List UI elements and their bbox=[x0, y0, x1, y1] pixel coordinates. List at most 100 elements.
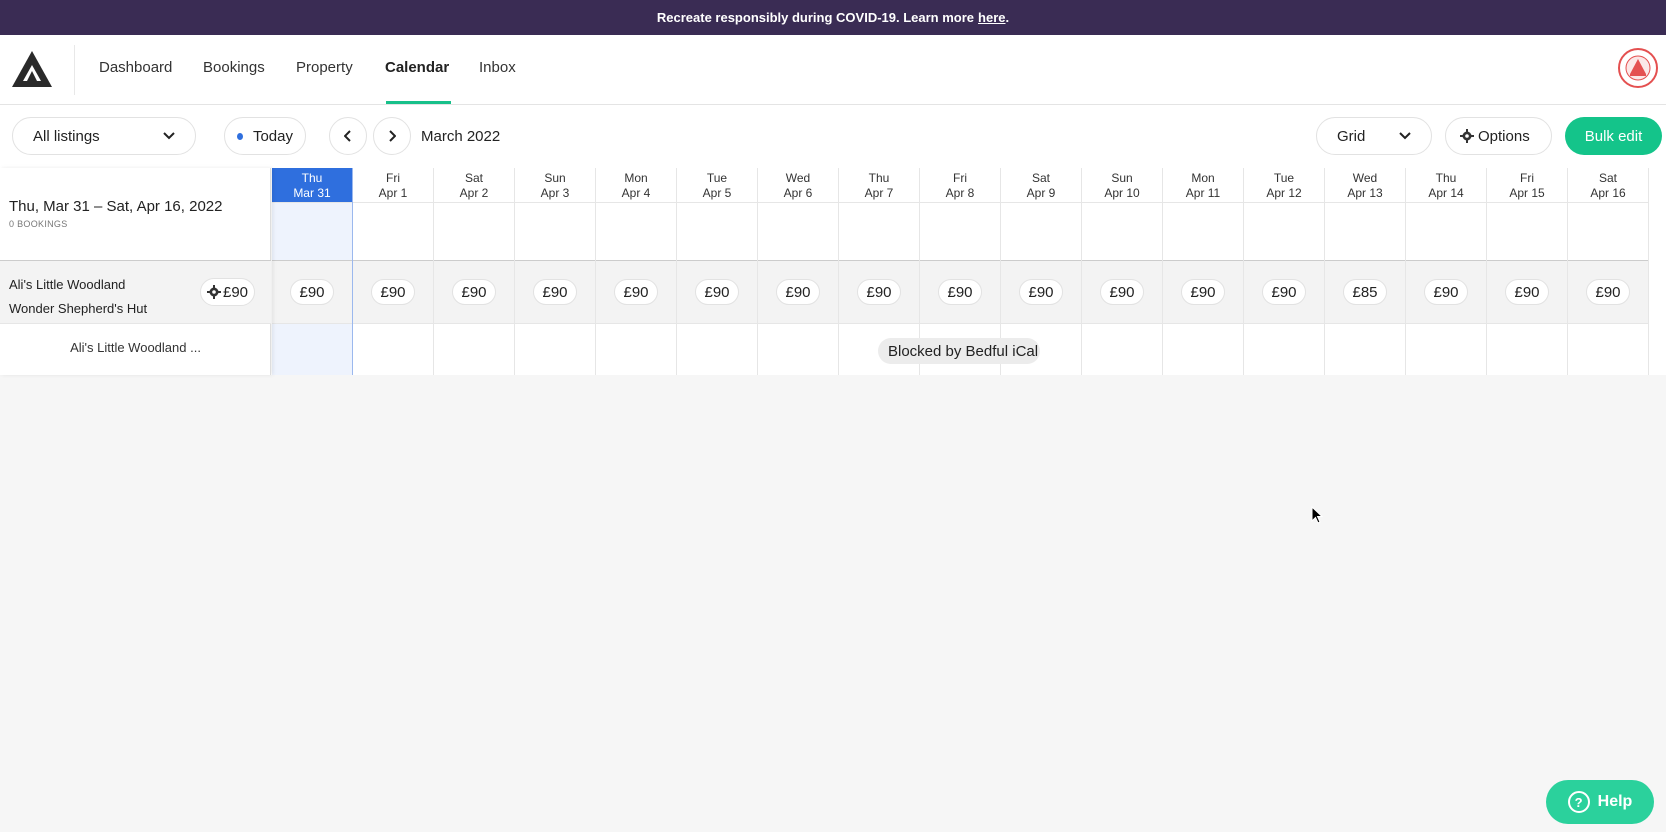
day-price[interactable]: £90 bbox=[1100, 279, 1144, 305]
day-header[interactable]: Sun Apr 10 bbox=[1082, 168, 1162, 203]
nav-bookings[interactable]: Bookings bbox=[203, 59, 265, 76]
day-price[interactable]: £90 bbox=[695, 279, 739, 305]
day-bookings-cell[interactable] bbox=[353, 203, 433, 260]
day-availability-cell[interactable] bbox=[1244, 323, 1324, 375]
day-bookings-cell[interactable] bbox=[677, 203, 757, 260]
day-header[interactable]: Wed Apr 13 bbox=[1325, 168, 1405, 203]
day-header[interactable]: Sat Apr 9 bbox=[1001, 168, 1081, 203]
today-button[interactable]: Today bbox=[224, 117, 306, 155]
day-header[interactable]: Tue Apr 5 bbox=[677, 168, 757, 203]
day-bookings-cell[interactable] bbox=[758, 203, 838, 260]
day-bookings-cell[interactable] bbox=[839, 203, 919, 260]
day-availability-cell[interactable] bbox=[1163, 323, 1243, 375]
calendar-toolbar: All listings Today March 2022 Grid Optio… bbox=[0, 105, 1666, 168]
day-bookings-cell[interactable] bbox=[1001, 203, 1081, 260]
next-month-button[interactable] bbox=[373, 117, 411, 155]
day-availability-cell[interactable] bbox=[272, 323, 352, 375]
day-bookings-cell[interactable] bbox=[920, 203, 1000, 260]
day-header[interactable]: Mon Apr 4 bbox=[596, 168, 676, 203]
day-date: Apr 10 bbox=[1104, 186, 1140, 200]
nav-dashboard[interactable]: Dashboard bbox=[99, 59, 172, 76]
day-price[interactable]: £90 bbox=[290, 279, 334, 305]
view-select[interactable]: Grid bbox=[1316, 117, 1432, 155]
day-availability-cell[interactable] bbox=[758, 323, 838, 375]
day-header[interactable]: Thu Mar 31 bbox=[272, 168, 352, 203]
day-availability-cell[interactable] bbox=[1568, 323, 1648, 375]
help-button[interactable]: ? Help bbox=[1546, 780, 1654, 824]
avatar[interactable] bbox=[1618, 48, 1658, 88]
today-label: Today bbox=[252, 127, 293, 145]
banner-link[interactable]: here bbox=[978, 10, 1005, 25]
day-bookings-cell[interactable] bbox=[1163, 203, 1243, 260]
day-price[interactable]: £90 bbox=[371, 279, 415, 305]
day-bookings-cell[interactable] bbox=[515, 203, 595, 260]
day-bookings-cell[interactable] bbox=[1487, 203, 1567, 260]
day-availability-cell[interactable] bbox=[1082, 323, 1162, 375]
nav-property[interactable]: Property bbox=[296, 59, 353, 76]
day-availability-cell[interactable] bbox=[1406, 323, 1486, 375]
day-header[interactable]: Thu Apr 7 bbox=[839, 168, 919, 203]
day-bookings-cell[interactable] bbox=[1082, 203, 1162, 260]
nav-calendar[interactable]: Calendar bbox=[385, 59, 449, 76]
day-date: Apr 5 bbox=[702, 186, 732, 200]
day-bookings-cell[interactable] bbox=[1568, 203, 1648, 260]
day-header[interactable]: Tue Apr 12 bbox=[1244, 168, 1324, 203]
help-label: Help bbox=[1597, 793, 1633, 810]
day-price[interactable]: £90 bbox=[533, 279, 577, 305]
day-price[interactable]: £90 bbox=[776, 279, 820, 305]
day-availability-cell[interactable] bbox=[434, 323, 514, 375]
day-bookings-cell[interactable] bbox=[596, 203, 676, 260]
logo-icon[interactable] bbox=[12, 51, 52, 87]
day-bookings-cell[interactable] bbox=[1325, 203, 1405, 260]
options-button[interactable]: Options bbox=[1445, 117, 1552, 155]
day-weekday: Sun bbox=[1111, 171, 1133, 185]
day-availability-cell[interactable] bbox=[1325, 323, 1405, 375]
day-weekday: Fri bbox=[386, 171, 400, 185]
listing-base-price-button[interactable]: £90 bbox=[200, 278, 256, 306]
bulk-edit-button[interactable]: Bulk edit bbox=[1565, 117, 1662, 155]
day-price[interactable]: £90 bbox=[938, 279, 982, 305]
day-header[interactable]: Fri Apr 15 bbox=[1487, 168, 1567, 203]
day-price[interactable]: £90 bbox=[1181, 279, 1225, 305]
day-price-cell: £90 bbox=[1082, 260, 1162, 323]
day-price[interactable]: £90 bbox=[1424, 279, 1468, 305]
day-column: Tue Apr 12 £90 bbox=[1244, 168, 1325, 375]
day-header[interactable]: Sat Apr 16 bbox=[1568, 168, 1648, 203]
day-bookings-cell[interactable] bbox=[272, 203, 352, 260]
listing-name[interactable]: Ali's Little Woodland Wonder Shepherd's … bbox=[9, 273, 189, 321]
day-bookings-cell[interactable] bbox=[1244, 203, 1324, 260]
day-bookings-cell[interactable] bbox=[434, 203, 514, 260]
previous-month-button[interactable] bbox=[329, 117, 367, 155]
day-header[interactable]: Wed Apr 6 bbox=[758, 168, 838, 203]
day-price[interactable]: £90 bbox=[1586, 279, 1630, 305]
day-bookings-cell[interactable] bbox=[1406, 203, 1486, 260]
listings-select[interactable]: All listings bbox=[12, 117, 196, 155]
listing-price-row: Ali's Little Woodland Wonder Shepherd's … bbox=[0, 260, 271, 323]
day-header[interactable]: Sun Apr 3 bbox=[515, 168, 595, 203]
day-price[interactable]: £90 bbox=[1019, 279, 1063, 305]
day-availability-cell[interactable] bbox=[596, 323, 676, 375]
day-date: Apr 7 bbox=[864, 186, 894, 200]
day-header[interactable]: Fri Apr 8 bbox=[920, 168, 1000, 203]
gear-icon bbox=[207, 285, 221, 299]
day-price[interactable]: £90 bbox=[1505, 279, 1549, 305]
view-select-value: Grid bbox=[1337, 127, 1366, 145]
day-header[interactable]: Thu Apr 14 bbox=[1406, 168, 1486, 203]
day-price[interactable]: £90 bbox=[452, 279, 496, 305]
day-price[interactable]: £90 bbox=[857, 279, 901, 305]
day-header[interactable]: Mon Apr 11 bbox=[1163, 168, 1243, 203]
day-availability-cell[interactable] bbox=[353, 323, 433, 375]
day-header[interactable]: Fri Apr 1 bbox=[353, 168, 433, 203]
day-price[interactable]: £85 bbox=[1343, 279, 1387, 305]
blocked-reservation[interactable]: Blocked by Bedful iCal bbox=[878, 338, 1040, 364]
day-availability-cell[interactable] bbox=[1487, 323, 1567, 375]
nav-inbox[interactable]: Inbox bbox=[479, 59, 516, 76]
day-availability-cell[interactable] bbox=[515, 323, 595, 375]
day-price[interactable]: £90 bbox=[1262, 279, 1306, 305]
day-date: Apr 4 bbox=[621, 186, 651, 200]
day-price[interactable]: £90 bbox=[614, 279, 658, 305]
day-header[interactable]: Sat Apr 2 bbox=[434, 168, 514, 203]
chevron-down-icon bbox=[163, 132, 175, 140]
day-weekday: Mon bbox=[624, 171, 648, 185]
day-availability-cell[interactable] bbox=[677, 323, 757, 375]
